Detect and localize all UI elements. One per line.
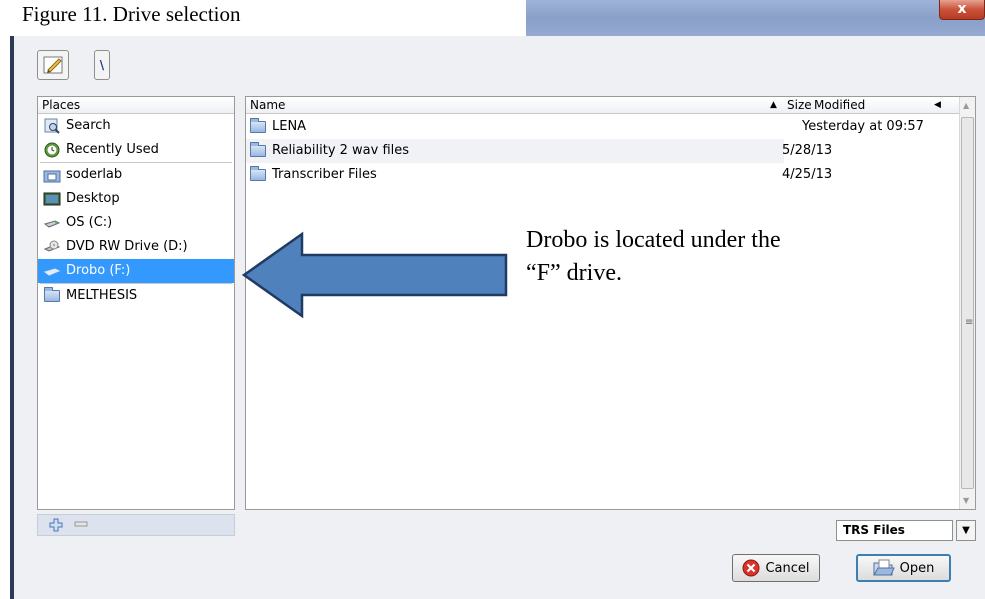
annotation-arrow: [241, 231, 508, 319]
grip-icon: ≡: [965, 317, 974, 328]
column-header-name[interactable]: Name: [250, 97, 285, 113]
annotation-text: Drobo is located under the “F” drive.: [526, 227, 781, 286]
places-toolbar: [37, 514, 235, 536]
window-titlebar: x: [526, 0, 985, 36]
place-item-os-c[interactable]: OS (C:): [38, 211, 234, 235]
path-bar-button[interactable]: \: [94, 50, 110, 80]
place-item-melthesis[interactable]: MELTHESIS: [38, 284, 234, 308]
remove-bookmark-icon[interactable]: [74, 520, 88, 528]
file-list-header: Name ▲ Size Modified ◀: [246, 97, 960, 114]
drive-icon: [42, 263, 62, 279]
place-item-desktop[interactable]: Desktop: [38, 187, 234, 211]
sort-ascending-icon: ▲: [770, 100, 777, 110]
file-type-filter[interactable]: TRS Files: [836, 520, 953, 541]
place-item-dvd-rw-drive[interactable]: DVD RW Drive (D:): [38, 235, 234, 259]
pencil-icon: [43, 56, 63, 74]
scroll-down-icon[interactable]: ▼: [963, 496, 969, 505]
place-item-recently-used[interactable]: Recently Used: [38, 138, 234, 162]
folder-icon: [250, 166, 266, 181]
place-item-search[interactable]: Search: [38, 114, 234, 138]
dvd-drive-icon: [42, 239, 62, 255]
hard-drive-icon: [42, 215, 62, 231]
scroll-up-icon[interactable]: ▲: [963, 101, 969, 110]
places-panel: Places Search Recently Used soderlab Des…: [37, 96, 235, 510]
place-item-drobo-f[interactable]: Drobo (F:): [38, 259, 234, 283]
table-row[interactable]: LENA Yesterday at 09:57: [246, 115, 960, 139]
folder-icon: [250, 142, 266, 157]
table-row[interactable]: Reliability 2 wav files 5/28/13: [246, 139, 960, 163]
cancel-icon: [742, 559, 760, 577]
scroll-left-icon: ◀: [934, 100, 941, 110]
figure-caption: Figure 11. Drive selection: [22, 2, 241, 26]
folder-icon: [250, 118, 266, 133]
close-button[interactable]: x: [939, 0, 985, 20]
column-header-modified[interactable]: Modified: [814, 97, 865, 113]
column-header-size[interactable]: Size: [787, 97, 812, 113]
desktop-icon: [42, 191, 62, 207]
scrollbar-thumb[interactable]: ≡: [961, 117, 974, 489]
places-header: Places: [38, 97, 234, 114]
folder-icon: [42, 287, 62, 304]
place-item-soderlab[interactable]: soderlab: [38, 163, 234, 187]
add-bookmark-icon[interactable]: [48, 518, 64, 532]
cancel-button[interactable]: Cancel: [732, 554, 820, 582]
open-folder-icon: [872, 559, 895, 577]
table-row[interactable]: Transcriber Files 4/25/13: [246, 163, 960, 187]
recent-icon: [42, 142, 62, 158]
chevron-down-icon[interactable]: ▼: [956, 520, 976, 541]
edit-location-button[interactable]: [37, 50, 69, 80]
home-folder-icon: [42, 167, 62, 183]
search-icon: [42, 118, 62, 134]
open-button[interactable]: Open: [856, 554, 951, 582]
vertical-scrollbar[interactable]: ▲ ≡ ▼: [959, 97, 975, 509]
